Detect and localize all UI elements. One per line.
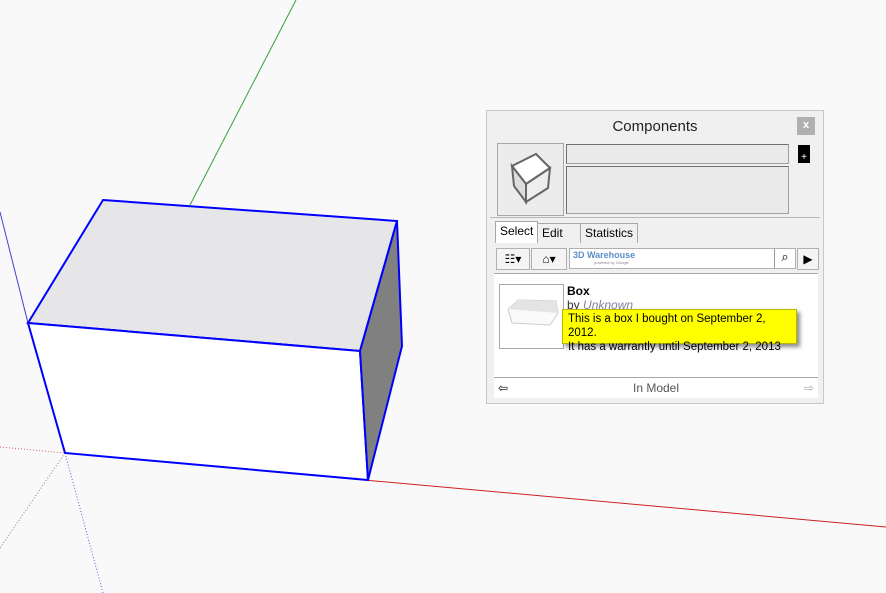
back-arrow-icon[interactable]: ⇦ bbox=[498, 378, 508, 398]
component-tooltip: This is a box I bought on September 2, 2… bbox=[562, 309, 797, 353]
close-button[interactable]: x bbox=[797, 117, 815, 135]
divider bbox=[490, 217, 820, 218]
component-name-field[interactable] bbox=[566, 144, 789, 164]
red-axis-negative bbox=[0, 446, 66, 454]
tab-select[interactable]: Select bbox=[495, 221, 539, 243]
tooltip-line-1: This is a box I bought on September 2, 2… bbox=[568, 313, 766, 339]
list-item-name[interactable]: Box bbox=[567, 284, 590, 298]
blue-axis-negative bbox=[64, 452, 104, 593]
search-input[interactable]: 3D Warehouse powered by Google ⌕ bbox=[569, 248, 796, 269]
blue-axis bbox=[0, 211, 29, 324]
warehouse-logo: 3D Warehouse bbox=[573, 250, 636, 260]
list-item-thumbnail[interactable] bbox=[499, 284, 564, 349]
tab-statistics[interactable]: Statistics bbox=[580, 223, 639, 243]
home-button[interactable]: ⌂▾ bbox=[531, 248, 567, 270]
logo-subtitle: powered by Google bbox=[594, 260, 629, 265]
collection-footer: ⇦ In Model ⇨ bbox=[494, 377, 818, 398]
green-axis-negative bbox=[0, 452, 66, 549]
navigate-forward-button[interactable]: ▶ bbox=[797, 248, 819, 270]
home-icon: ⌂ bbox=[542, 252, 550, 266]
green-axis bbox=[189, 0, 297, 206]
panel-title: Components bbox=[612, 118, 698, 135]
details-expand-icon[interactable]: + bbox=[798, 145, 810, 163]
component-description-field[interactable] bbox=[566, 166, 789, 214]
components-panel: Components x + Select Edit Statistics ☷▾… bbox=[486, 110, 824, 404]
collection-label[interactable]: In Model bbox=[633, 381, 679, 395]
box-front-face[interactable] bbox=[26, 321, 370, 482]
tab-edit[interactable]: Edit bbox=[537, 223, 581, 243]
search-icon[interactable]: ⌕ bbox=[774, 249, 795, 268]
view-options-button[interactable]: ☷▾ bbox=[496, 248, 530, 270]
component-preview bbox=[497, 143, 564, 216]
component-cube-icon bbox=[510, 152, 552, 205]
tooltip-line-2: It has a warrantly until September 2, 20… bbox=[568, 341, 781, 353]
forward-arrow-icon[interactable]: ⇨ bbox=[804, 378, 814, 398]
